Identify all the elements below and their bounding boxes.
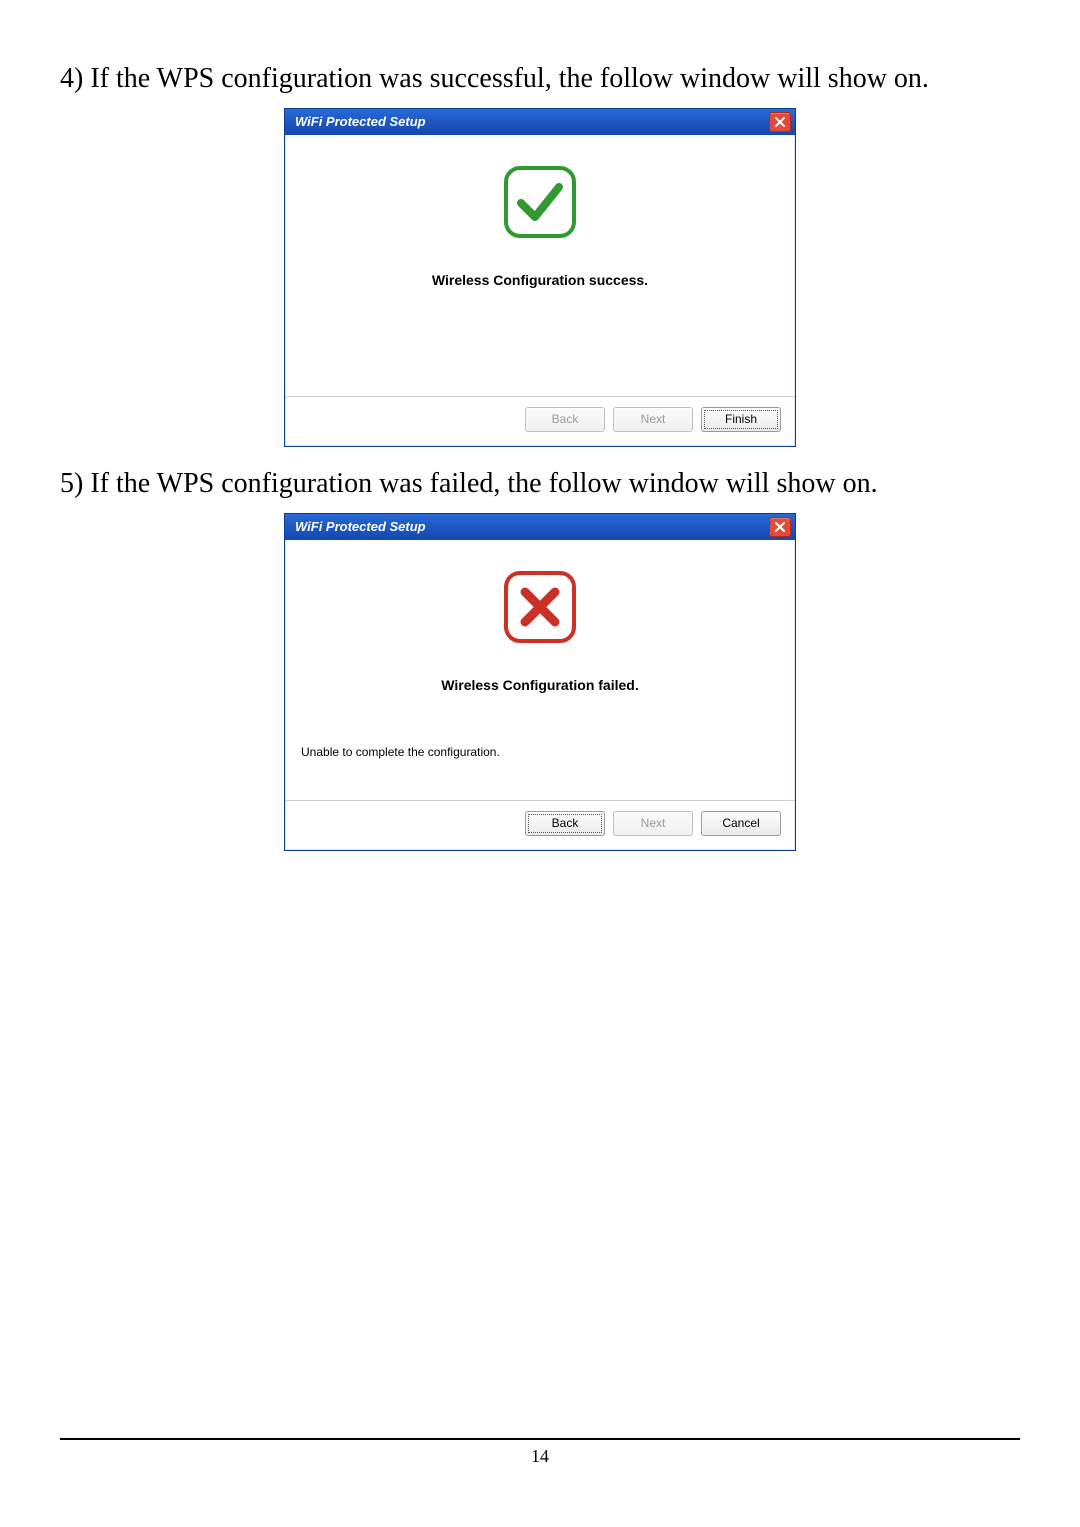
close-button[interactable]	[769, 517, 791, 537]
dialog-success: WiFi Protected Setup Wireless Configurat…	[284, 108, 796, 447]
titlebar: WiFi Protected Setup	[285, 514, 795, 540]
titlebar: WiFi Protected Setup	[285, 109, 795, 135]
dialog-failed: WiFi Protected Setup Wireless Configurat…	[284, 513, 796, 851]
back-button: Back	[525, 407, 605, 432]
failure-icon	[503, 570, 577, 647]
dialog-title: WiFi Protected Setup	[295, 114, 426, 129]
status-text: Wireless Configuration success.	[432, 272, 648, 288]
page-footer: 14	[60, 1438, 1020, 1467]
next-button: Next	[613, 811, 693, 836]
success-icon	[503, 165, 577, 242]
sub-text: Unable to complete the configuration.	[301, 745, 500, 759]
close-icon	[774, 521, 786, 533]
finish-button[interactable]: Finish	[701, 407, 781, 432]
dialog-success-wrap: WiFi Protected Setup Wireless Configurat…	[60, 108, 1020, 447]
dialog-failed-wrap: WiFi Protected Setup Wireless Configurat…	[60, 513, 1020, 851]
close-icon	[774, 116, 786, 128]
instruction-step4: 4) If the WPS configuration was successf…	[60, 60, 1020, 98]
close-button[interactable]	[769, 112, 791, 132]
instruction-step5: 5) If the WPS configuration was failed, …	[60, 465, 1020, 503]
back-button[interactable]: Back	[525, 811, 605, 836]
page-number: 14	[60, 1446, 1020, 1467]
next-button: Next	[613, 407, 693, 432]
dialog-title: WiFi Protected Setup	[295, 519, 426, 534]
dialog-body: Wireless Configuration failed. Unable to…	[285, 540, 795, 800]
cancel-button[interactable]: Cancel	[701, 811, 781, 836]
dialog-body: Wireless Configuration success.	[285, 135, 795, 396]
status-text: Wireless Configuration failed.	[441, 677, 638, 693]
footer-rule	[60, 1438, 1020, 1440]
dialog-footer: Back Next Cancel	[285, 800, 795, 850]
dialog-footer: Back Next Finish	[285, 396, 795, 446]
